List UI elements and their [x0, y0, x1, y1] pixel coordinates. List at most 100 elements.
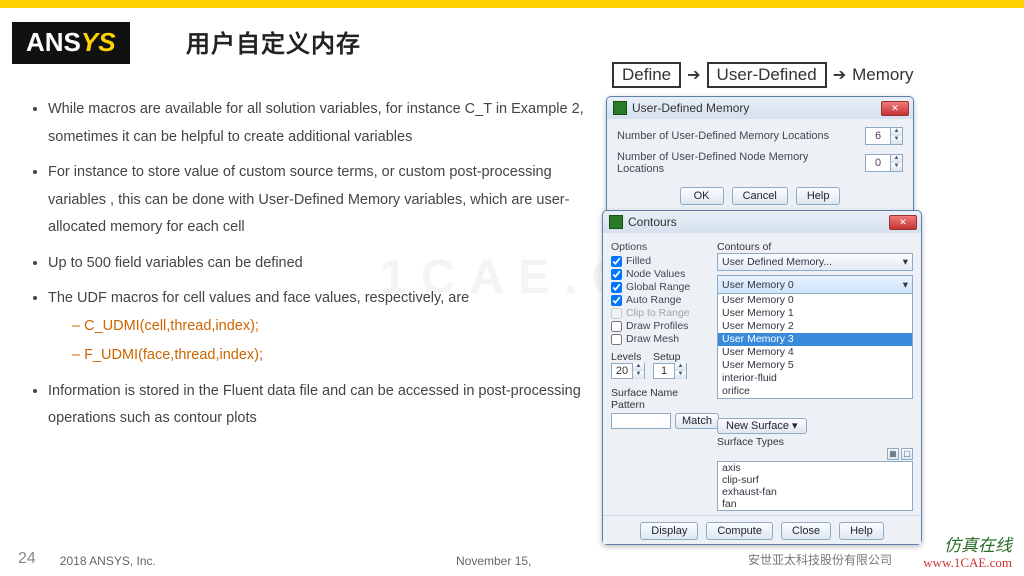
compute-button[interactable]: Compute [706, 522, 773, 540]
bullet-item: For instance to store value of custom so… [48, 159, 584, 242]
spin-down-icon[interactable]: ▼ [674, 371, 686, 379]
checkbox[interactable] [611, 269, 622, 280]
display-button[interactable]: Display [640, 522, 698, 540]
footer-cn: 安世亚太科技股份有限公司 [748, 551, 892, 568]
field-combo[interactable]: User Memory 0 ▾ [717, 275, 913, 293]
arrow-icon: ➔ [833, 65, 846, 85]
bullet-list: While macros are available for all solut… [24, 96, 584, 441]
logo-part-a: ANS [26, 27, 81, 57]
match-button[interactable]: Match [675, 413, 719, 429]
opt-label: Filled [626, 255, 651, 267]
list-item[interactable]: clip-surf [718, 474, 912, 486]
checkbox[interactable] [611, 256, 622, 267]
close-button[interactable]: Close [781, 522, 831, 540]
close-icon[interactable]: ✕ [889, 215, 917, 230]
select-all-icon[interactable]: ▦ [887, 448, 899, 460]
udm-row1-label: Number of User-Defined Memory Locations [617, 130, 857, 142]
setup-value: 1 [654, 365, 674, 377]
udm-row2-value: 0 [866, 157, 890, 169]
list-item[interactable]: orifice [718, 385, 912, 398]
opt-globalrange[interactable]: Global Range [611, 281, 709, 293]
udm-dialog: User-Defined Memory ✕ Number of User-Def… [606, 96, 914, 218]
dialog-icon [613, 101, 627, 115]
spin-up-icon[interactable]: ▲ [674, 363, 686, 371]
levels-spinner[interactable]: 20 ▲▼ [611, 363, 645, 379]
stypes-text: Surface Types [717, 436, 784, 448]
deselect-all-icon[interactable]: ▢ [901, 448, 913, 460]
slide-title: 用户自定义内存 [186, 24, 361, 59]
list-item[interactable]: exhaust-fan [718, 486, 912, 498]
accent-topbar [0, 0, 1024, 8]
field-listbox[interactable]: User Memory 0User Memory 1User Memory 2U… [717, 293, 913, 399]
contours-dialog: Contours ✕ Options Filled Node Values Gl… [602, 210, 922, 545]
list-item[interactable]: User Memory 1 [718, 307, 912, 320]
list-item[interactable]: fan [718, 498, 912, 510]
list-item[interactable]: User Memory 0 [718, 294, 912, 307]
menu-user-defined: User-Defined [707, 62, 827, 88]
setup-spinner[interactable]: 1 ▲▼ [653, 363, 687, 379]
checkbox[interactable] [611, 282, 622, 293]
opt-label: Draw Mesh [626, 333, 679, 345]
new-surface-button[interactable]: New Surface ▾ [717, 418, 807, 434]
ok-button[interactable]: OK [680, 187, 724, 205]
contours-titlebar[interactable]: Contours ✕ [603, 211, 921, 233]
footer: 24 2018 ANSYS, Inc. November 15, 安世亚太科技股… [18, 550, 1012, 568]
opt-label: Auto Range [626, 294, 681, 306]
spin-up-icon[interactable]: ▲ [890, 155, 902, 163]
levels-value: 20 [612, 365, 632, 377]
opt-profiles[interactable]: Draw Profiles [611, 320, 709, 332]
surface-types-listbox[interactable]: axisclip-surfexhaust-fanfan [717, 461, 913, 511]
cancel-button[interactable]: Cancel [732, 187, 788, 205]
checkbox[interactable] [611, 295, 622, 306]
arrow-icon: ➔ [687, 65, 700, 85]
watermark-line1: 仿真在线 [923, 537, 1012, 556]
spin-up-icon[interactable]: ▲ [632, 363, 644, 371]
opt-clip: Clip to Range [611, 307, 709, 319]
help-button[interactable]: Help [796, 187, 841, 205]
list-item[interactable]: User Memory 5 [718, 359, 912, 372]
menu-memory: Memory [852, 65, 913, 85]
spin-down-icon[interactable]: ▼ [890, 163, 902, 171]
udm-title: User-Defined Memory [632, 101, 881, 115]
watermark-line2: www.1CAE.com [923, 556, 1012, 570]
udm-titlebar[interactable]: User-Defined Memory ✕ [607, 97, 913, 119]
spin-down-icon[interactable]: ▼ [632, 371, 644, 379]
options-label: Options [611, 241, 709, 253]
udm-row2-spinner[interactable]: 0 ▲▼ [865, 154, 903, 172]
list-item[interactable]: User Memory 4 [718, 346, 912, 359]
spin-down-icon[interactable]: ▼ [890, 136, 902, 144]
combo-value: User Defined Memory... [722, 256, 832, 268]
opt-mesh[interactable]: Draw Mesh [611, 333, 709, 345]
footer-company: 2018 ANSYS, Inc. [60, 554, 156, 568]
checkbox[interactable] [611, 321, 622, 332]
sub-bullet: C_UDMI(cell,thread,index); [72, 313, 584, 341]
list-item[interactable]: User Memory 2 [718, 320, 912, 333]
list-item[interactable]: axis [718, 462, 912, 474]
menu-define: Define [612, 62, 681, 88]
opt-nodevals[interactable]: Node Values [611, 268, 709, 280]
list-item[interactable]: interior-fluid [718, 372, 912, 385]
opt-autorange[interactable]: Auto Range [611, 294, 709, 306]
checkbox[interactable] [611, 334, 622, 345]
list-item[interactable]: User Memory 3 [718, 333, 912, 346]
list-item[interactable]: outlet [718, 398, 912, 399]
surface-types-label: Surface Types [717, 436, 913, 448]
opt-label: Clip to Range [626, 307, 690, 319]
chevron-down-icon: ▾ [903, 256, 908, 268]
surface-pattern-input[interactable] [611, 413, 671, 429]
chevron-down-icon: ▾ [903, 279, 908, 291]
contours-of-combo[interactable]: User Defined Memory... ▾ [717, 253, 913, 271]
udm-row1-spinner[interactable]: 6 ▲▼ [865, 127, 903, 145]
close-icon[interactable]: ✕ [881, 101, 909, 116]
spin-up-icon[interactable]: ▲ [890, 128, 902, 136]
help-button[interactable]: Help [839, 522, 884, 540]
setup-label: Setup [653, 351, 687, 363]
bullet-text: The UDF macros for cell values and face … [48, 290, 469, 306]
opt-filled[interactable]: Filled [611, 255, 709, 267]
levels-label: Levels [611, 351, 645, 363]
menu-path: Define ➔ User-Defined ➔ Memory [612, 62, 914, 88]
ansys-logo: ANSYS [12, 22, 130, 64]
sub-bullet: F_UDMI(face,thread,index); [72, 342, 584, 370]
footer-date: November 15, [456, 554, 531, 568]
combo-value: User Memory 0 [722, 279, 794, 291]
